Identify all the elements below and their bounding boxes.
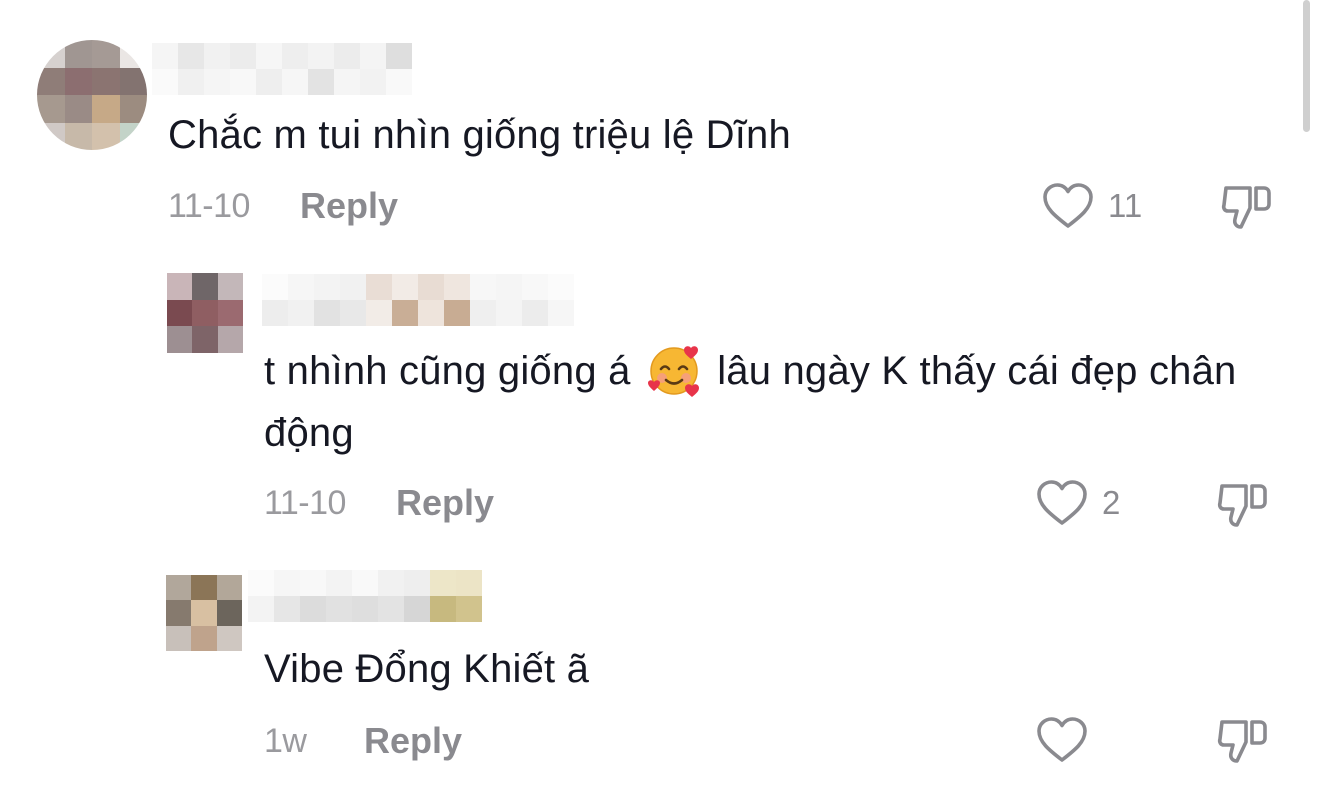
comment-date: 1w xyxy=(264,722,307,760)
username-blurred[interactable] xyxy=(152,43,428,95)
like-button[interactable] xyxy=(1036,716,1102,764)
avatar[interactable] xyxy=(166,575,242,651)
thumbs-down-outline-icon xyxy=(1217,484,1267,527)
thumbs-down-outline-icon xyxy=(1221,186,1271,229)
username-blurred[interactable] xyxy=(262,274,588,326)
like-count: 2 xyxy=(1102,484,1121,521)
heart-outline-icon xyxy=(1037,717,1087,762)
avatar[interactable] xyxy=(167,273,243,353)
comment-text: Chắc m tui nhìn giống triệu lệ Dĩnh xyxy=(168,113,791,157)
comment-text: Vibe Đổng Khiết ã xyxy=(264,647,590,691)
comments-panel: Chắc m tui nhìn giống triệu lệ Dĩnh 11-1… xyxy=(0,0,1320,802)
comment-text-part: t nhình cũng giống á xyxy=(264,349,631,393)
heart-outline-icon xyxy=(1037,480,1087,525)
like-count: 11 xyxy=(1108,187,1143,224)
avatar[interactable] xyxy=(37,40,147,150)
comment-date: 11-10 xyxy=(168,187,250,225)
dislike-button[interactable] xyxy=(1216,714,1268,766)
reply-button[interactable]: Reply xyxy=(364,721,462,761)
comment-date: 11-10 xyxy=(264,484,346,522)
scrollbar[interactable] xyxy=(1303,0,1310,132)
reply-button[interactable]: Reply xyxy=(300,186,398,226)
comment-text: t nhình cũng giống á lâu ngày K thấy cái… xyxy=(264,340,1294,464)
like-button[interactable]: 2 xyxy=(1036,479,1120,527)
like-button[interactable]: 11 xyxy=(1042,182,1142,230)
smiling-face-with-hearts-icon xyxy=(647,346,699,397)
heart-outline-icon xyxy=(1043,183,1093,228)
dislike-button[interactable] xyxy=(1216,478,1268,530)
thumbs-down-outline-icon xyxy=(1217,720,1267,763)
username-blurred[interactable] xyxy=(248,570,482,622)
reply-button[interactable]: Reply xyxy=(396,483,494,523)
dislike-button[interactable] xyxy=(1220,180,1272,232)
